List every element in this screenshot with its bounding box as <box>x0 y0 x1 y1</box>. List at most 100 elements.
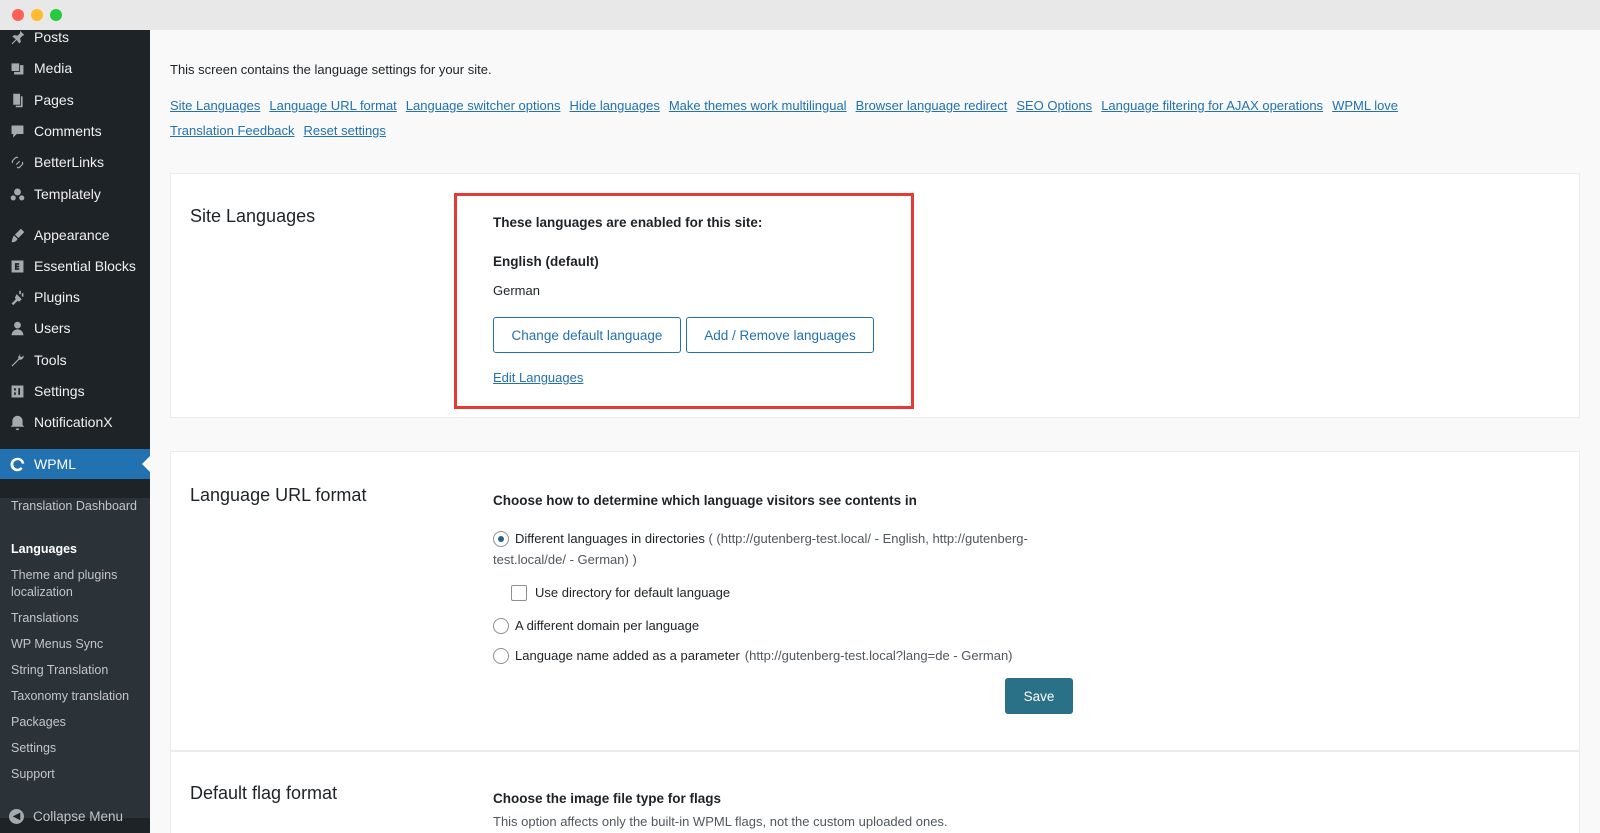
plug-icon <box>0 289 34 306</box>
radio-directories[interactable] <box>493 531 509 547</box>
radio-domain[interactable] <box>493 618 509 634</box>
sidebar-item-templately[interactable]: Templately <box>0 179 150 209</box>
highlight-box <box>454 193 914 409</box>
sidebar-item-label: Pages <box>34 92 74 108</box>
link-translation-feedback[interactable]: Translation Feedback <box>170 123 295 138</box>
submenu-item-support[interactable]: Support <box>11 766 146 783</box>
option-parameter-label: Language name added as a parameter <box>515 648 740 663</box>
option-domain-per-language[interactable]: A different domain per language <box>493 618 699 634</box>
minimize-window-button[interactable] <box>31 9 43 21</box>
option-directories[interactable]: Different languages in directories ( (ht… <box>493 531 1053 549</box>
sidebar-item-label: Users <box>34 320 71 336</box>
sidebar-item-users[interactable]: Users <box>0 313 150 343</box>
language-url-format-title: Language URL format <box>190 485 367 505</box>
page-intro: This screen contains the language settin… <box>170 62 492 77</box>
option-parameter-hint: (http://gutenberg-test.local?lang=de - G… <box>744 648 1013 663</box>
default-flag-format-title: Default flag format <box>190 783 338 803</box>
site-languages-title: Site Languages <box>190 206 316 226</box>
sidebar-item-appearance[interactable]: Appearance <box>0 220 150 250</box>
sidebar-item-notificationx[interactable]: NotificationX <box>0 407 150 437</box>
wpml-icon <box>0 456 34 473</box>
flag-format-description: This option affects only the built-in WP… <box>493 814 948 829</box>
sidebar-item-label: Plugins <box>34 289 80 305</box>
link-seo-options[interactable]: SEO Options <box>1016 98 1092 113</box>
flag-format-heading: Choose the image file type for flags <box>493 791 722 806</box>
sidebar-item-label: Templately <box>34 186 101 202</box>
blocks-icon <box>0 258 34 275</box>
templately-icon <box>0 186 34 203</box>
sidebar-item-label: Tools <box>34 352 67 368</box>
sidebar-item-comments[interactable]: Comments <box>0 116 150 146</box>
submenu-item-theme-plugins-localization[interactable]: Theme and plugins localization <box>11 567 146 601</box>
default-flag-format-panel: Default flag format Choose the image fil… <box>170 751 1580 833</box>
main-content: This screen contains the language settin… <box>150 30 1600 833</box>
sidebar-item-label: BetterLinks <box>34 154 105 170</box>
close-window-button[interactable] <box>12 9 24 21</box>
window-titlebar <box>0 0 1600 30</box>
radio-parameter[interactable] <box>493 648 509 664</box>
option-directories-label: Different languages in directories <box>515 531 705 546</box>
sidebar-item-label: NotificationX <box>34 414 113 430</box>
option-directories-hint-1: ( (http://gutenberg-test.local/ - Englis… <box>708 531 1028 546</box>
wrench-icon <box>0 352 34 369</box>
link-browser-language-redirect[interactable]: Browser language redirect <box>856 98 1008 113</box>
link-hide-languages[interactable]: Hide languages <box>569 98 659 113</box>
url-format-heading: Choose how to determine which language v… <box>493 493 917 508</box>
submenu-item-packages[interactable]: Packages <box>11 714 146 731</box>
admin-sidebar: Posts Media Pages Comments BetterLinks T… <box>0 30 150 833</box>
link-site-languages[interactable]: Site Languages <box>170 98 260 113</box>
sidebar-item-betterlinks[interactable]: BetterLinks <box>0 147 150 177</box>
notification-icon <box>0 414 34 431</box>
checkbox-use-directory[interactable] <box>511 585 527 601</box>
sidebar-item-media[interactable]: Media <box>0 53 150 83</box>
pages-icon <box>0 92 34 109</box>
pin-icon <box>0 30 34 46</box>
link-reset-settings[interactable]: Reset settings <box>304 123 386 138</box>
user-icon <box>0 320 34 337</box>
sidebar-item-label: Settings <box>34 383 85 399</box>
submenu-item-languages[interactable]: Languages <box>11 541 146 558</box>
submenu-item-translation-dashboard[interactable]: Translation Dashboard <box>11 498 146 515</box>
link-language-url-format[interactable]: Language URL format <box>269 98 396 113</box>
sliders-icon <box>0 383 34 400</box>
sidebar-item-plugins[interactable]: Plugins <box>0 282 150 312</box>
submenu-item-translations[interactable]: Translations <box>11 610 146 627</box>
link-wpml-love[interactable]: WPML love <box>1332 98 1398 113</box>
collapse-arrow-icon: ◀ <box>9 808 24 824</box>
sidebar-item-label: Comments <box>34 123 102 139</box>
sidebar-item-posts[interactable]: Posts <box>0 30 150 52</box>
maximize-window-button[interactable] <box>50 9 62 21</box>
use-directory-label: Use directory for default language <box>535 585 731 600</box>
sidebar-item-settings[interactable]: Settings <box>0 376 150 406</box>
active-indicator <box>142 456 150 472</box>
media-icon <box>0 60 34 77</box>
sidebar-item-tools[interactable]: Tools <box>0 345 150 375</box>
sidebar-item-label: Posts <box>34 30 70 45</box>
sidebar-item-label: Media <box>34 60 73 76</box>
sidebar-item-wpml[interactable]: WPML <box>0 449 150 479</box>
sidebar-item-essential-blocks[interactable]: Essential Blocks <box>0 251 150 281</box>
wpml-submenu: Translation Dashboard Languages Theme an… <box>0 498 150 818</box>
link-language-switcher-options[interactable]: Language switcher options <box>406 98 561 113</box>
sidebar-item-label: Appearance <box>34 227 110 243</box>
option-domain-label: A different domain per language <box>515 618 700 633</box>
save-button[interactable]: Save <box>1005 678 1073 714</box>
link-make-themes-multilingual[interactable]: Make themes work multilingual <box>669 98 847 113</box>
collapse-menu-button[interactable]: ◀ Collapse Menu <box>0 801 150 831</box>
sidebar-item-label: WPML <box>34 456 76 472</box>
option-use-directory-default[interactable]: Use directory for default language <box>511 585 730 601</box>
section-links: Site Languages Language URL format Languag… <box>170 93 1500 143</box>
language-url-format-panel: Language URL format Choose how to determ… <box>170 451 1580 751</box>
submenu-item-wp-menus-sync[interactable]: WP Menus Sync <box>11 636 146 653</box>
collapse-menu-label: Collapse Menu <box>33 808 124 824</box>
brush-icon <box>0 227 34 244</box>
submenu-item-settings[interactable]: Settings <box>11 740 146 757</box>
sidebar-item-pages[interactable]: Pages <box>0 85 150 115</box>
sidebar-item-label: Essential Blocks <box>34 258 136 274</box>
comment-icon <box>0 123 34 140</box>
submenu-item-string-translation[interactable]: String Translation <box>11 662 146 679</box>
link-language-filtering-ajax[interactable]: Language filtering for AJAX operations <box>1101 98 1323 113</box>
option-directories-hint-2: test.local/de/ - German) ) <box>493 552 637 567</box>
submenu-item-taxonomy-translation[interactable]: Taxonomy translation <box>11 688 146 705</box>
option-parameter[interactable]: Language name added as a parameter (http… <box>493 648 1013 664</box>
